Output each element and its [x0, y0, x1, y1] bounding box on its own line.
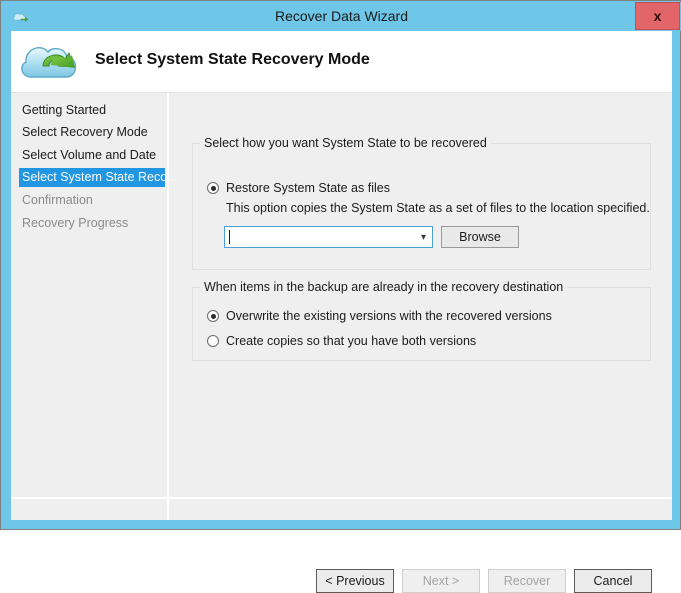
sidebar-item-getting-started[interactable]: Getting Started	[19, 101, 165, 120]
content-panel: Select how you want System State to be r…	[171, 93, 672, 520]
destination-path-combobox[interactable]: ▾	[224, 226, 433, 248]
conflict-handling-groupbox: When items in the backup are already in …	[192, 280, 651, 361]
sidebar-item-recovery-progress[interactable]: Recovery Progress	[19, 214, 165, 233]
next-button: Next >	[402, 569, 480, 593]
window-title: Recover Data Wizard	[274, 8, 409, 24]
browse-button[interactable]: Browse	[441, 226, 519, 248]
recover-data-wizard-window: Recover Data Wizard x Select System Stat…	[0, 0, 681, 593]
wizard-steps-sidebar: Getting Started Select Recovery Mode Sel…	[11, 93, 178, 520]
sidebar-item-select-volume-and-date[interactable]: Select Volume and Date	[19, 146, 165, 165]
wizard-footer: < Previous Next > Recover Cancel	[11, 497, 672, 593]
restore-as-files-helper-text: This option copies the System State as a…	[226, 201, 650, 215]
restore-as-files-label: Restore System State as files	[226, 181, 390, 195]
wizard-page: Select System State Recovery Mode Gettin…	[11, 31, 672, 593]
recover-button: Recover	[488, 569, 566, 593]
chevron-down-icon[interactable]: ▾	[419, 233, 428, 243]
overwrite-versions-label: Overwrite the existing versions with the…	[226, 309, 552, 323]
body-area: Getting Started Select Recovery Mode Sel…	[11, 93, 672, 593]
sidebar-item-select-recovery-mode[interactable]: Select Recovery Mode	[19, 123, 165, 142]
page-header: Select System State Recovery Mode	[11, 31, 672, 93]
overwrite-versions-radio[interactable]	[207, 310, 219, 322]
text-cursor	[229, 230, 230, 244]
conflict-handling-legend: When items in the backup are already in …	[200, 280, 568, 294]
cloud-recovery-icon	[17, 35, 89, 87]
sidebar-item-confirmation[interactable]: Confirmation	[19, 191, 165, 210]
cancel-button[interactable]: Cancel	[574, 569, 652, 593]
recovery-mode-groupbox: Select how you want System State to be r…	[192, 136, 651, 270]
restore-as-files-radio[interactable]	[207, 182, 219, 194]
page-title: Select System State Recovery Mode	[95, 51, 370, 68]
title-bar: Recover Data Wizard x	[2, 2, 681, 31]
sidebar-item-select-system-state-recovery[interactable]: Select System State Reco...	[19, 168, 178, 187]
recovery-mode-legend: Select how you want System State to be r…	[200, 136, 491, 150]
create-copies-label: Create copies so that you have both vers…	[226, 334, 477, 348]
create-copies-radio[interactable]	[207, 335, 219, 347]
close-icon[interactable]: x	[635, 2, 680, 30]
previous-button[interactable]: < Previous	[316, 569, 394, 593]
